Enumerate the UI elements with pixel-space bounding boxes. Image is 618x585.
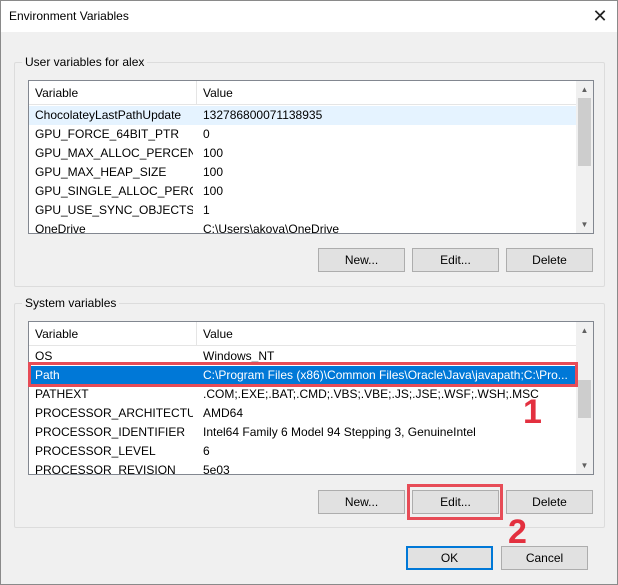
triangle-down-icon[interactable]: ▼ (576, 216, 593, 233)
window-title: Environment Variables (9, 9, 129, 23)
variable-name: PROCESSOR_IDENTIFIER (35, 425, 186, 439)
variable-name: PROCESSOR_ARCHITECTURE (35, 406, 193, 420)
title-bar: Environment Variables ✕ (1, 1, 617, 32)
user-variables-rows: ChocolateyLastPathUpdate 1327868000711389… (29, 106, 578, 234)
column-header-variable[interactable]: Variable (29, 81, 197, 105)
table-row[interactable]: OneDrive C:\Users\akova\OneDrive (29, 220, 578, 234)
variable-value: 6 (203, 444, 210, 458)
triangle-up-icon[interactable]: ▲ (576, 81, 593, 98)
variable-name: GPU_SINGLE_ALLOC_PERCE... (35, 184, 193, 198)
table-row[interactable]: GPU_MAX_HEAP_SIZE 100 (29, 163, 578, 182)
annotation-step-2: 2 (508, 513, 527, 551)
variable-name: PROCESSOR_REVISION (35, 463, 176, 475)
variable-value: Intel64 Family 6 Model 94 Stepping 3, Ge… (203, 425, 476, 439)
table-row[interactable]: GPU_FORCE_64BIT_PTR 0 (29, 125, 578, 144)
annotation-step-1: 1 (523, 393, 542, 431)
column-header-variable[interactable]: Variable (29, 322, 197, 346)
variable-name: ChocolateyLastPathUpdate (35, 108, 182, 122)
ok-button[interactable]: OK (406, 546, 493, 570)
variable-value: 100 (203, 184, 224, 198)
variable-value: 100 (203, 146, 224, 160)
table-row[interactable]: ChocolateyLastPathUpdate 1327868000711389… (29, 106, 578, 125)
variable-value: .COM;.EXE;.BAT;.CMD;.VBS;.VBE;.JS;.JSE;.… (203, 387, 539, 401)
close-icon[interactable]: ✕ (583, 1, 617, 31)
list-header: Variable Value (29, 81, 578, 105)
variable-name: GPU_MAX_ALLOC_PERCENT (35, 146, 193, 160)
scrollbar-thumb[interactable] (578, 98, 591, 166)
variable-value: 100 (203, 165, 224, 179)
user-list-scrollbar[interactable]: ▲ ▼ (576, 81, 593, 233)
variable-name: GPU_FORCE_64BIT_PTR (35, 127, 180, 141)
annotation-highlight-path-row (28, 362, 578, 387)
table-row[interactable]: PATHEXT .COM;.EXE;.BAT;.CMD;.VBS;.VBE;.JS… (29, 385, 578, 404)
system-new-button[interactable]: New... (318, 490, 405, 514)
system-delete-button[interactable]: Delete (506, 490, 593, 514)
environment-variables-dialog: Environment Variables ✕ User variables f… (0, 0, 618, 585)
variable-name: OneDrive (35, 222, 86, 234)
system-list-scrollbar[interactable]: ▲ ▼ (576, 322, 593, 474)
table-row[interactable]: PROCESSOR_LEVEL 6 (29, 442, 578, 461)
variable-value: AMD64 (203, 406, 244, 420)
variable-name: PROCESSOR_LEVEL (35, 444, 156, 458)
table-row[interactable]: PROCESSOR_REVISION 5e03 (29, 461, 578, 475)
table-row[interactable]: GPU_MAX_ALLOC_PERCENT 100 (29, 144, 578, 163)
user-delete-button[interactable]: Delete (506, 248, 593, 272)
column-header-value[interactable]: Value (197, 322, 578, 346)
user-edit-button[interactable]: Edit... (412, 248, 499, 272)
variable-value: 0 (203, 127, 210, 141)
table-row[interactable]: PROCESSOR_ARCHITECTURE AMD64 (29, 404, 578, 423)
user-new-button[interactable]: New... (318, 248, 405, 272)
table-row[interactable]: GPU_SINGLE_ALLOC_PERCE... 100 (29, 182, 578, 201)
variable-value: 5e03 (203, 463, 230, 475)
user-variables-label: User variables for alex (22, 55, 148, 69)
triangle-up-icon[interactable]: ▲ (576, 322, 593, 339)
variable-value: 132786800071138935 (203, 108, 323, 122)
annotation-highlight-edit-button (407, 484, 503, 520)
user-variables-list[interactable]: Variable Value ChocolateyLastPathUpdate 1… (28, 80, 594, 234)
variable-value: C:\Users\akova\OneDrive (203, 222, 340, 234)
user-variables-group: User variables for alex Variable Value C… (14, 55, 605, 287)
table-row[interactable]: GPU_USE_SYNC_OBJECTS 1 (29, 201, 578, 220)
system-variables-list[interactable]: Variable Value OS Windows_NT Path C:\Progra… (28, 321, 594, 475)
list-header: Variable Value (29, 322, 578, 346)
triangle-down-icon[interactable]: ▼ (576, 457, 593, 474)
variable-value: 1 (203, 203, 210, 217)
variable-name: GPU_USE_SYNC_OBJECTS (35, 203, 193, 217)
variable-name: PATHEXT (35, 387, 89, 401)
system-variables-group: System variables Variable Value OS Window… (14, 296, 605, 528)
system-variables-label: System variables (22, 296, 120, 310)
table-row[interactable]: PROCESSOR_IDENTIFIER Intel64 Family 6 Mod… (29, 423, 578, 442)
variable-name: GPU_MAX_HEAP_SIZE (35, 165, 167, 179)
column-header-value[interactable]: Value (197, 81, 578, 105)
scrollbar-thumb[interactable] (578, 380, 591, 418)
